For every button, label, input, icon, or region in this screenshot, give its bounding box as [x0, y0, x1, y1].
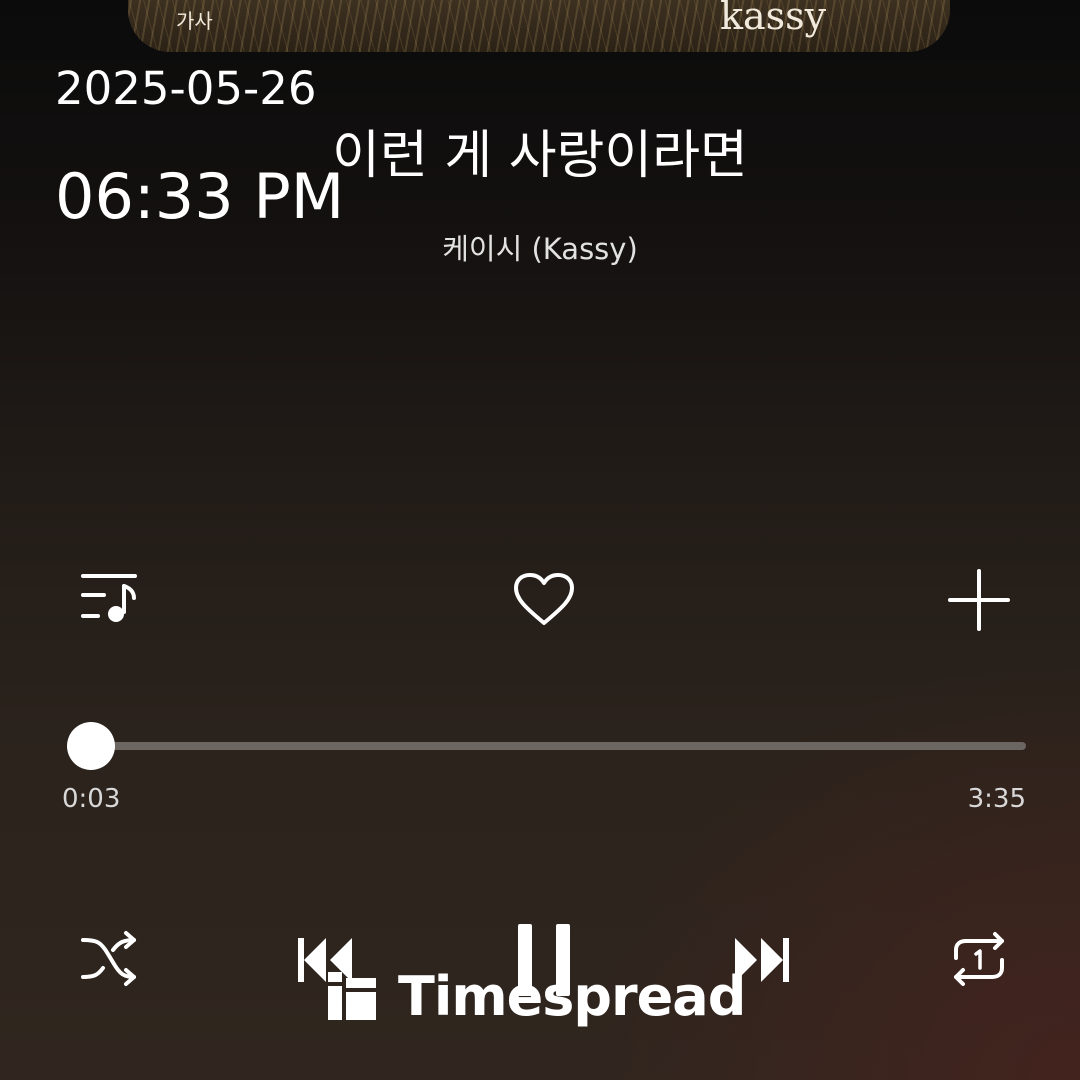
album-artist-text: kassy	[720, 0, 827, 38]
date-display: 2025-05-26	[55, 62, 317, 115]
watermark-text: Timespread	[398, 964, 746, 1028]
total-time: 3:35	[967, 784, 1026, 814]
elapsed-time: 0:03	[62, 784, 121, 814]
artist-name[interactable]: 케이시 (Kassy)	[0, 226, 1080, 268]
progress-bar[interactable]	[67, 722, 1026, 770]
watermark: Timespread	[328, 964, 746, 1028]
repeat-one-icon[interactable]	[950, 930, 1008, 988]
progress-handle[interactable]	[67, 722, 116, 770]
playlist-icon[interactable]	[80, 572, 138, 626]
timespread-logo-icon	[328, 972, 376, 1020]
album-art: 가사 kassy	[128, 0, 950, 52]
album-lyrics-label: 가사	[176, 9, 213, 33]
heart-icon[interactable]	[512, 572, 576, 628]
time-display: 06:33 PM	[55, 160, 345, 233]
plus-icon[interactable]	[948, 569, 1010, 631]
shuffle-icon[interactable]	[80, 930, 138, 988]
